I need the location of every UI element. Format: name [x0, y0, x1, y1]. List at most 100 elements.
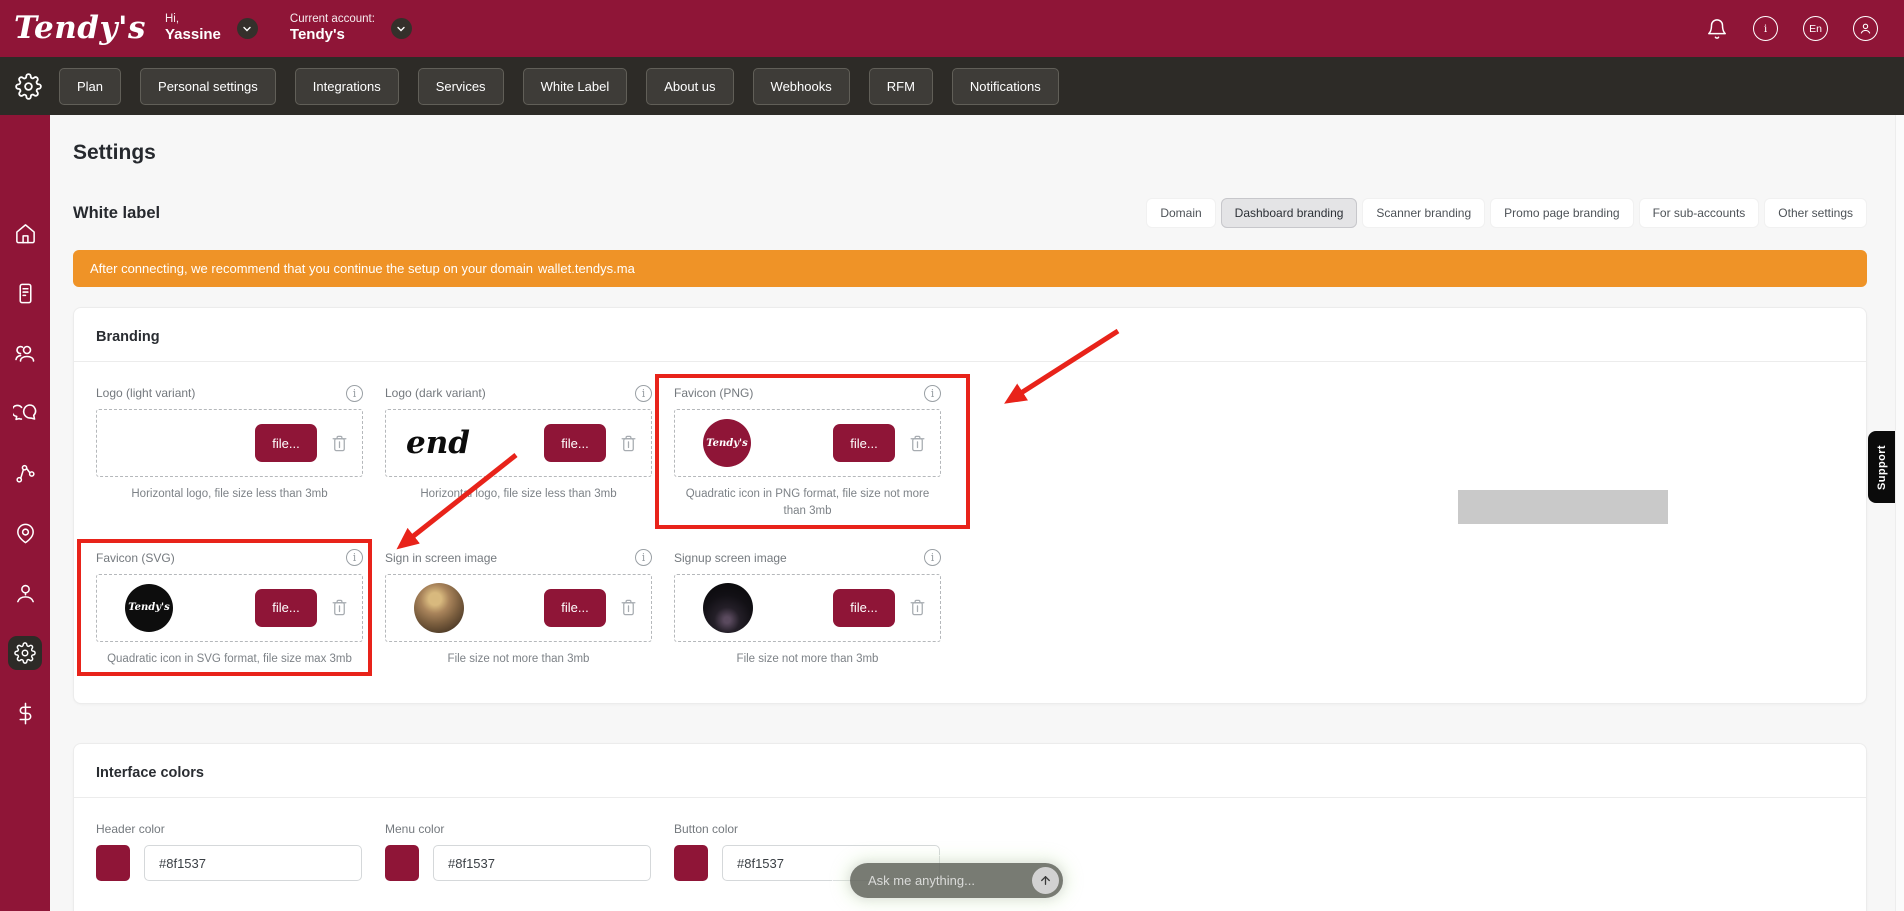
sidebar-item-settings[interactable] — [8, 636, 42, 670]
sidebar-item-account[interactable] — [8, 576, 42, 610]
nav-notifications[interactable]: Notifications — [951, 67, 1059, 105]
upload-dropzone[interactable]: file... — [96, 409, 363, 477]
nav-services[interactable]: Services — [417, 67, 504, 105]
chevron-down-icon — [243, 26, 252, 31]
tab-domain[interactable]: Domain — [1146, 198, 1216, 228]
favicon-png-thumbnail: Tendy's — [703, 419, 751, 467]
white-label-settings-page: Tendy's Hi, Yassine Current account: Ten… — [0, 0, 1904, 911]
upload-dropzone[interactable]: file... — [385, 573, 652, 642]
field-caption: Quadratic icon in PNG format, file size … — [685, 488, 930, 518]
color-swatch[interactable] — [96, 845, 130, 881]
upload-dropzone[interactable]: Tendy's file... — [674, 409, 941, 477]
info-icon[interactable]: i — [924, 549, 941, 566]
dark-logo-thumbnail: end — [406, 424, 470, 461]
delete-file-button[interactable] — [619, 598, 638, 617]
sidebar-item-locations[interactable] — [8, 516, 42, 550]
file-upload-button[interactable]: file... — [255, 424, 317, 462]
delete-file-button[interactable] — [619, 434, 638, 453]
file-upload-button[interactable]: file... — [255, 588, 317, 627]
delete-file-button[interactable] — [330, 434, 349, 453]
user-menu-toggle[interactable] — [236, 18, 258, 39]
banner-domain-link[interactable]: wallet.tendys.ma — [538, 261, 635, 276]
upload-field-signup-image: Signup screen image i file... File size … — [674, 549, 941, 668]
info-icon[interactable]: i — [346, 549, 363, 566]
map-pin-icon — [16, 523, 34, 543]
section-heading: White label — [73, 203, 161, 222]
nav-white-label[interactable]: White Label — [522, 67, 628, 105]
file-upload-button[interactable]: file... — [544, 424, 606, 462]
tab-promo-page-branding[interactable]: Promo page branding — [1490, 198, 1634, 228]
tab-other-settings[interactable]: Other settings — [1764, 198, 1867, 228]
account-menu-toggle[interactable] — [390, 18, 412, 39]
profile-icon[interactable] — [1853, 16, 1878, 41]
user-icon — [16, 584, 34, 602]
trash-icon — [621, 435, 636, 451]
nav-rfm[interactable]: RFM — [868, 67, 933, 105]
sidebar-item-terminal[interactable] — [8, 276, 42, 310]
header-color-field: Header color — [96, 822, 363, 881]
trash-icon — [332, 599, 347, 616]
assistant-bar — [850, 863, 1063, 898]
support-tab[interactable]: Support — [1868, 431, 1895, 503]
menu-color-field: Menu color — [385, 822, 652, 881]
info-icon[interactable]: i — [346, 384, 363, 402]
brand-logo: Tendy's — [14, 10, 146, 46]
field-label: Favicon (SVG) — [96, 550, 175, 565]
upload-dropzone[interactable]: file... — [674, 573, 941, 642]
header-color-input[interactable] — [144, 845, 362, 881]
nav-about-us[interactable]: About us — [646, 67, 734, 105]
info-icon[interactable]: i — [635, 549, 652, 566]
nav-webhooks[interactable]: Webhooks — [752, 67, 850, 105]
color-swatch[interactable] — [674, 845, 708, 881]
user-greeting: Hi, Yassine — [165, 12, 221, 45]
banner-text: After connecting, we recommend that you … — [90, 261, 533, 276]
settings-gear-icon[interactable] — [15, 72, 42, 100]
home-icon — [15, 223, 35, 243]
header-actions: i En — [1706, 16, 1878, 41]
placeholder-block — [1458, 490, 1668, 524]
delete-file-button[interactable] — [330, 598, 349, 617]
menu-color-input[interactable] — [433, 845, 651, 881]
branch-icon — [15, 464, 35, 483]
sidebar-item-messages[interactable] — [8, 396, 42, 430]
field-label: Button color — [674, 822, 739, 836]
field-label: Favicon (PNG) — [674, 386, 754, 400]
info-icon[interactable]: i — [635, 384, 652, 402]
tab-scanner-branding[interactable]: Scanner branding — [1362, 198, 1486, 228]
nav-personal-settings[interactable]: Personal settings — [140, 67, 276, 105]
file-upload-button[interactable]: file... — [833, 588, 895, 627]
sidebar-item-integrations[interactable] — [8, 456, 42, 490]
field-caption: File size not more than 3mb — [736, 652, 879, 665]
sidebar-item-payments[interactable] — [8, 696, 42, 730]
scrollbar-track[interactable] — [1895, 115, 1904, 911]
upload-dropzone[interactable]: end file... — [385, 409, 652, 477]
nav-plan[interactable]: Plan — [59, 67, 122, 105]
main-sidebar — [0, 115, 50, 911]
assistant-send-button[interactable] — [1032, 867, 1059, 894]
upload-dropzone[interactable]: Tendy's file... — [96, 573, 363, 642]
sidebar-item-customers[interactable] — [8, 336, 42, 370]
field-label: Menu color — [385, 822, 445, 836]
language-selector[interactable]: En — [1803, 16, 1828, 41]
color-swatch[interactable] — [385, 845, 419, 881]
nav-integrations[interactable]: Integrations — [294, 67, 399, 105]
greeting-label: Hi, — [165, 12, 180, 25]
trash-icon — [621, 599, 636, 616]
file-upload-button[interactable]: file... — [544, 588, 606, 627]
trash-icon — [910, 435, 925, 451]
tab-for-sub-accounts[interactable]: For sub-accounts — [1638, 198, 1760, 228]
tab-dashboard-branding[interactable]: Dashboard branding — [1220, 198, 1358, 228]
main-content: Settings White label Domain Dashboard br… — [50, 115, 1904, 911]
delete-file-button[interactable] — [908, 598, 927, 617]
info-icon[interactable]: i — [1753, 16, 1778, 41]
field-label: Sign in screen image — [385, 550, 498, 565]
field-label: Logo (light variant) — [96, 386, 196, 400]
arrow-up-icon — [1041, 876, 1050, 885]
sidebar-item-home[interactable] — [8, 216, 42, 250]
bell-icon[interactable] — [1706, 17, 1728, 41]
file-upload-button[interactable]: file... — [833, 424, 895, 462]
upload-field-favicon-svg: Favicon (SVG) i Tendy's file... Quadrati… — [77, 538, 372, 676]
delete-file-button[interactable] — [908, 434, 927, 453]
assistant-input[interactable] — [866, 872, 1032, 889]
info-icon[interactable]: i — [924, 384, 941, 402]
